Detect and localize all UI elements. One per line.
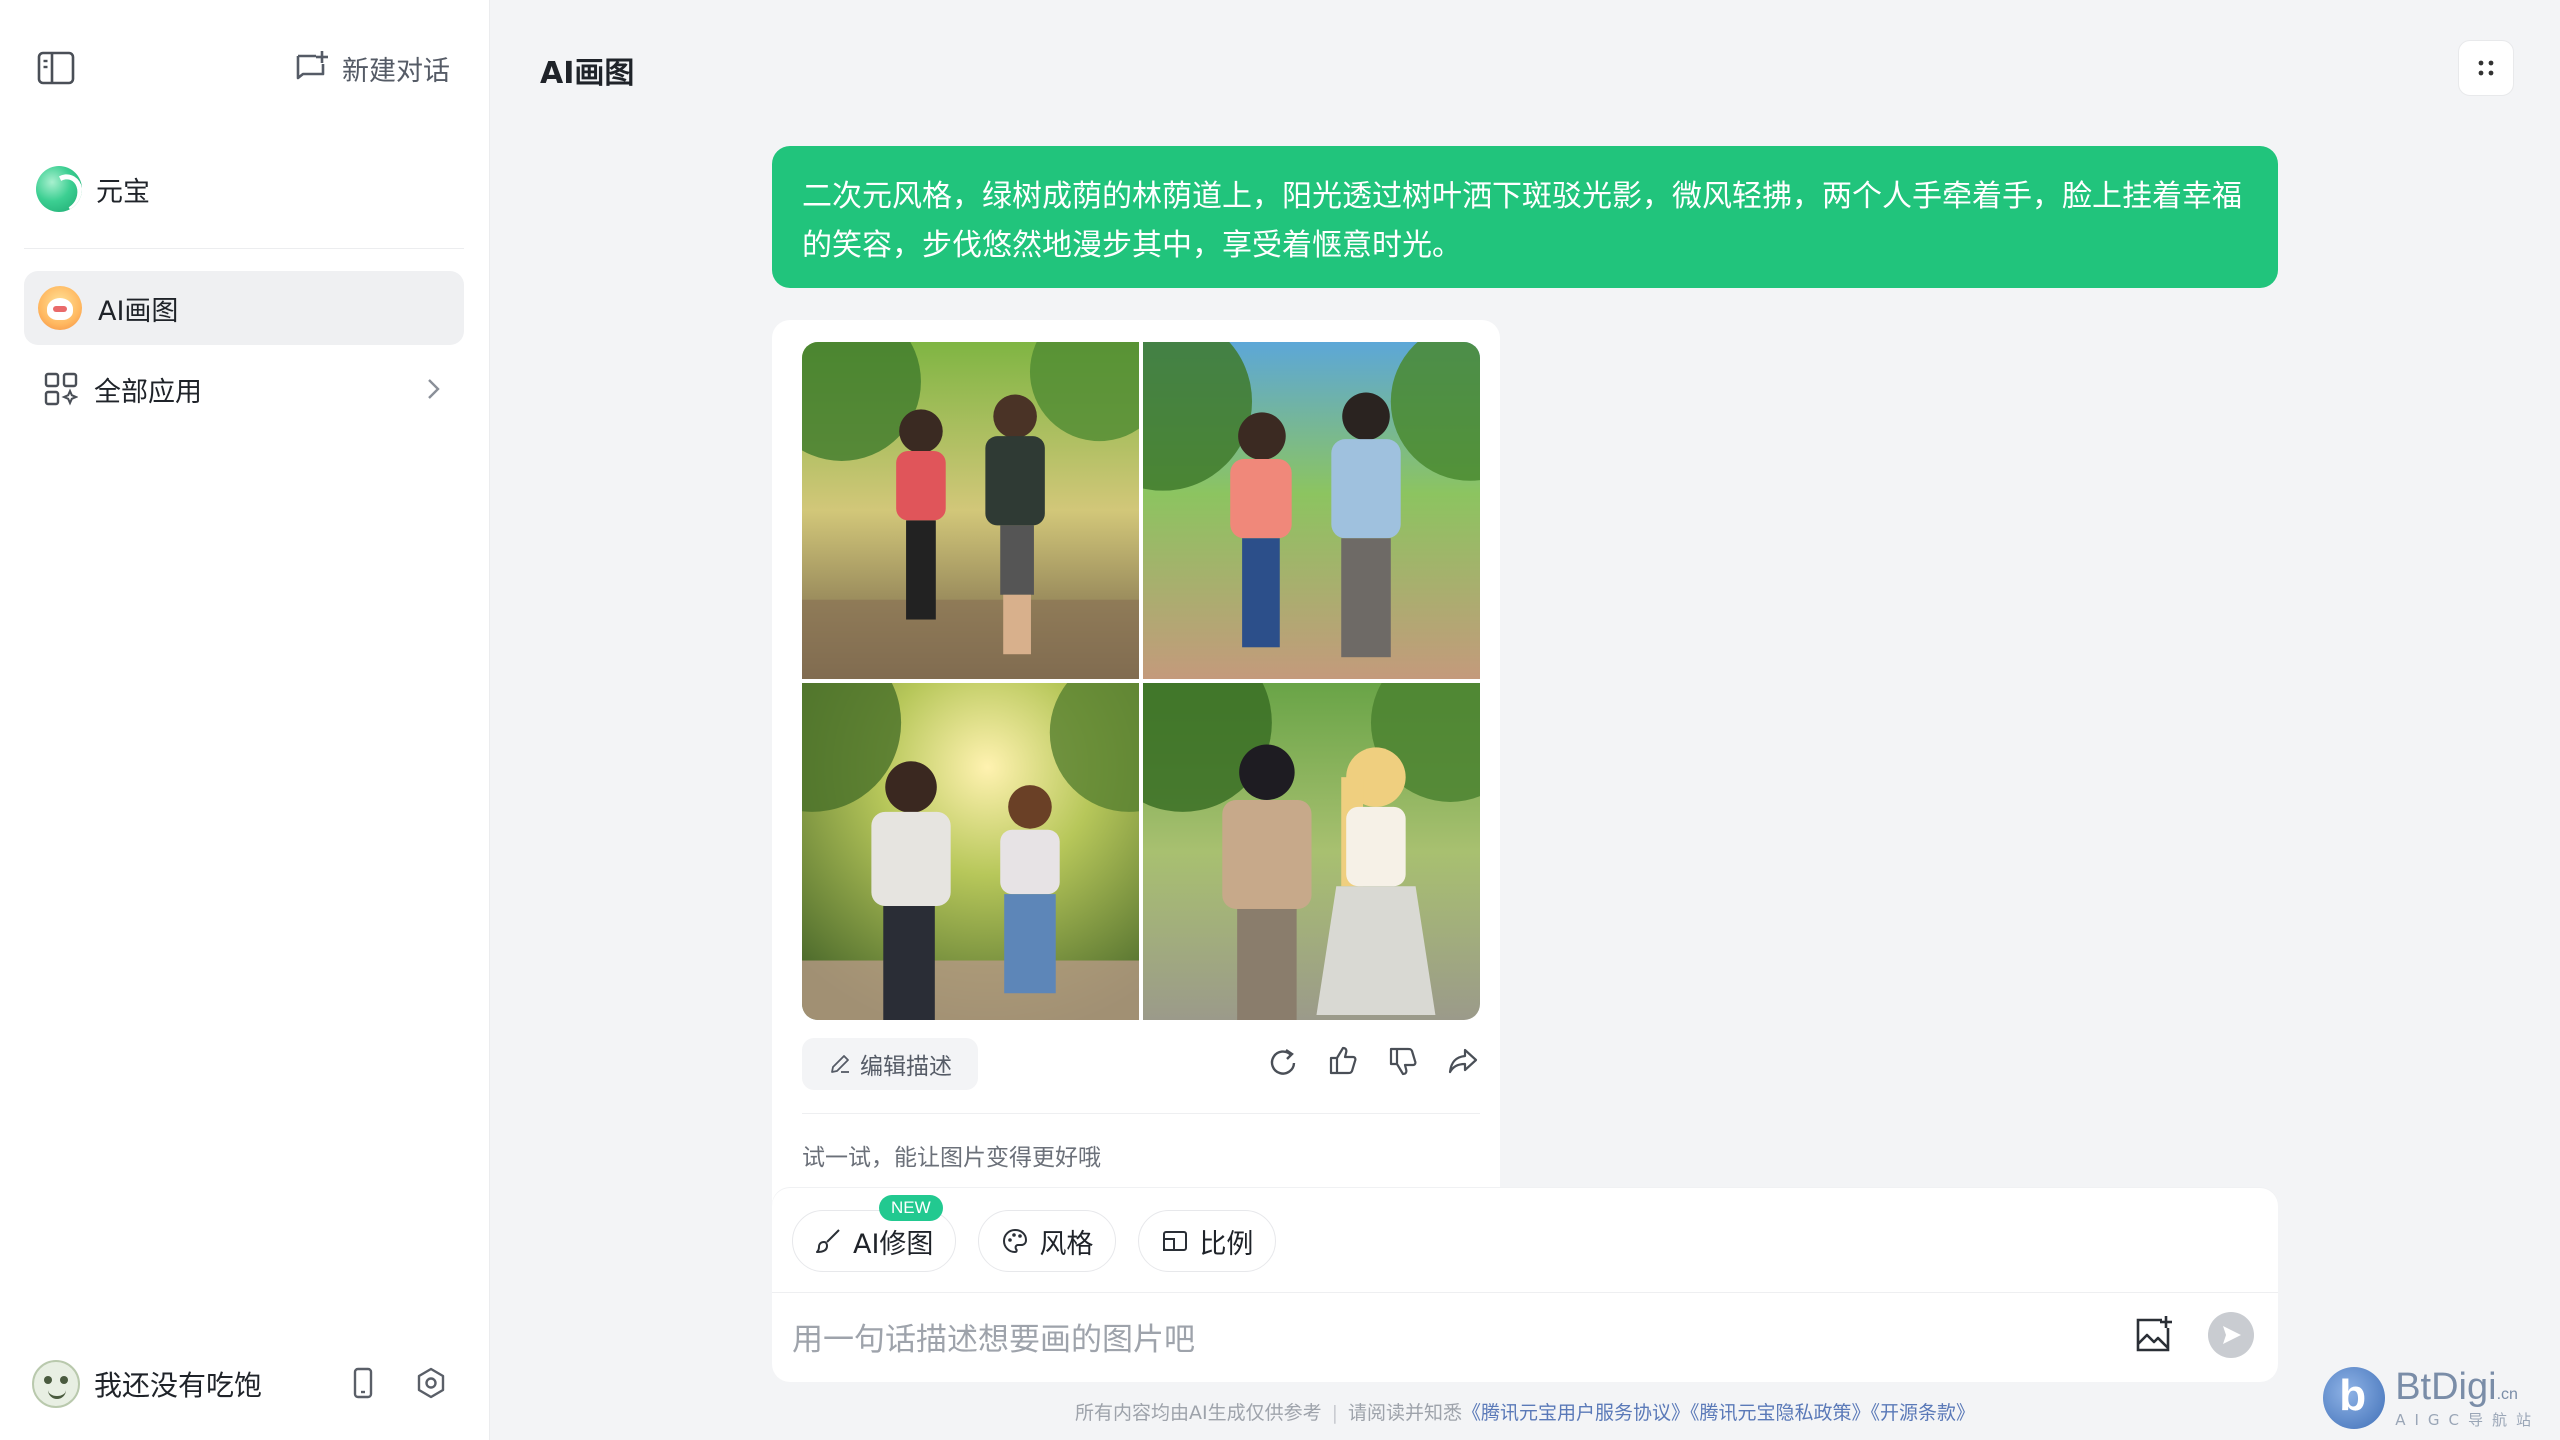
thumbs-up-icon[interactable]	[1326, 1044, 1360, 1078]
share-icon[interactable]	[1446, 1044, 1480, 1078]
settings-icon[interactable]	[414, 1366, 448, 1400]
watermark-subtitle: AIGC导航站	[2395, 1411, 2540, 1429]
new-badge: NEW	[879, 1195, 943, 1221]
style-button[interactable]: 风格	[978, 1210, 1117, 1272]
card-divider	[802, 1113, 1480, 1114]
footer-notice-text: 请阅读并知悉	[1347, 1402, 1462, 1424]
tool-label: 风格	[1039, 1228, 1094, 1260]
send-arrow-icon	[2223, 1326, 2241, 1344]
regenerate-icon[interactable]	[1266, 1044, 1300, 1078]
chevron-right-icon	[428, 379, 440, 399]
aspect-ratio-icon	[1163, 1231, 1188, 1251]
upload-image-icon[interactable]	[2132, 1314, 2174, 1356]
send-button[interactable]	[2208, 1312, 2254, 1358]
sidebar: 新建对话 元宝 AI画图 全部应用 我还没有吃饱	[0, 0, 490, 1440]
btdigi-logo-icon	[2323, 1367, 2386, 1429]
user-name: 我还没有吃饱	[94, 1369, 263, 1402]
prompt-input[interactable]	[792, 1310, 2052, 1370]
page-title: AI画图	[540, 56, 635, 91]
sidebar-header: 新建对话	[0, 0, 490, 134]
sidebar-item-label: 全部应用	[94, 376, 202, 408]
btdigi-watermark: BtDigi.cn AIGC导航站	[2323, 1366, 2540, 1430]
generated-image-1[interactable]	[802, 342, 1139, 679]
image-result-card: 编辑描述 试一试，能让图片变得更好哦	[772, 320, 1500, 1250]
watermark-title: BtDigi.cn	[2395, 1366, 2518, 1408]
composer: NEW AI修图 风格 比例	[772, 1188, 2278, 1382]
generated-image-grid	[802, 342, 1480, 1020]
sidebar-item-ai-drawing[interactable]: AI画图	[24, 271, 464, 345]
sidebar-toggle-icon[interactable]	[34, 46, 78, 90]
sidebar-item-all-apps[interactable]: 全部应用	[24, 352, 464, 426]
footer-notice: 所有内容均由AI生成仅供参考 | 请阅读并知悉《腾讯元宝用户服务协议》《腾讯元宝隐私…	[490, 1398, 2560, 1425]
new-chat-icon	[296, 51, 328, 80]
brand-link[interactable]: 元宝	[36, 164, 150, 214]
generated-image-4[interactable]	[1143, 683, 1480, 1020]
user-avatar	[32, 1360, 80, 1408]
generated-image-2[interactable]	[1143, 342, 1480, 679]
suggestion-text: 试一试，能让图片变得更好哦	[802, 1145, 1101, 1171]
dots-grid-icon	[2478, 60, 2494, 76]
footer-separator: |	[1331, 1402, 1338, 1424]
palette-icon	[1003, 1228, 1028, 1254]
sidebar-divider	[24, 248, 464, 249]
result-actions	[1266, 1044, 1480, 1078]
brush-icon	[816, 1229, 840, 1253]
footer-policy-links[interactable]: 《腾讯元宝用户服务协议》《腾讯元宝隐私政策》《开源条款》	[1462, 1402, 1975, 1424]
yuanbao-logo-icon	[36, 166, 82, 212]
new-chat-button[interactable]: 新建对话	[292, 46, 450, 90]
ratio-button[interactable]: 比例	[1138, 1210, 1277, 1272]
tool-label: AI修图	[853, 1228, 934, 1260]
new-chat-label: 新建对话	[342, 55, 450, 87]
user-message-bubble: 二次元风格，绿树成荫的林荫道上，阳光透过树叶洒下斑驳光影，微风轻拂，两个人手牵着…	[772, 146, 2278, 288]
ai-retouch-button[interactable]: NEW AI修图	[792, 1195, 957, 1272]
more-options-button[interactable]	[2458, 40, 2514, 96]
generated-image-3[interactable]	[802, 683, 1139, 1020]
sidebar-footer: 我还没有吃饱	[0, 1350, 490, 1416]
edit-description-label: 编辑描述	[860, 1054, 952, 1080]
mobile-phone-icon[interactable]	[346, 1366, 380, 1400]
tool-label: 比例	[1199, 1228, 1254, 1260]
composer-divider	[772, 1292, 2278, 1293]
ai-drawing-avatar-icon	[38, 286, 82, 330]
thumbs-down-icon[interactable]	[1386, 1044, 1420, 1078]
footer-disclaimer: 所有内容均由AI生成仅供参考	[1074, 1402, 1322, 1424]
pencil-icon	[831, 1055, 849, 1073]
sidebar-item-label: AI画图	[98, 295, 179, 327]
user-message-text: 二次元风格，绿树成荫的林荫道上，阳光透过树叶洒下斑驳光影，微风轻拂，两个人手牵着…	[802, 179, 2242, 263]
watermark-text: BtDigi.cn AIGC导航站	[2395, 1366, 2540, 1430]
edit-description-button[interactable]: 编辑描述	[802, 1038, 978, 1090]
main-area: AI画图 二次元风格，绿树成荫的林荫道上，阳光透过树叶洒下斑驳光影，微风轻拂，两…	[490, 0, 2560, 1440]
apps-grid-icon	[44, 372, 78, 406]
composer-tools: NEW AI修图 风格 比例	[792, 1195, 1277, 1272]
user-profile[interactable]: 我还没有吃饱	[32, 1360, 262, 1408]
brand-name: 元宝	[96, 176, 150, 208]
